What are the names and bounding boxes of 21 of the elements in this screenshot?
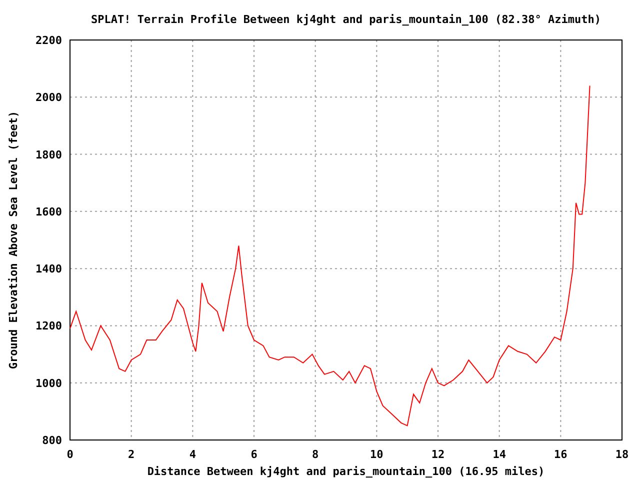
x-axis-title: Distance Between kj4ght and paris_mountain_100 (16.95 miles) bbox=[147, 465, 545, 478]
x-tick-label: 2 bbox=[128, 448, 135, 461]
x-tick-label: 14 bbox=[492, 448, 506, 461]
x-tick-label: 8 bbox=[312, 448, 319, 461]
y-tick-label: 1000 bbox=[36, 376, 62, 390]
y-tick-label: 800 bbox=[42, 434, 62, 447]
y-axis-title: Ground Elevation Above Sea Level (feet) bbox=[7, 110, 20, 370]
x-tick-label: 18 bbox=[615, 448, 629, 461]
x-tick-label: 6 bbox=[250, 448, 258, 461]
x-tick-label: 12 bbox=[431, 448, 445, 461]
y-tick-label: 1400 bbox=[36, 262, 62, 276]
y-tick-label: 2200 bbox=[36, 34, 62, 47]
x-tick-label: 0 bbox=[66, 448, 74, 461]
x-tick-label: 4 bbox=[189, 448, 196, 461]
y-tick-label: 1800 bbox=[36, 148, 62, 162]
x-tick-label: 10 bbox=[370, 448, 384, 461]
x-tick-label: 16 bbox=[554, 448, 568, 461]
y-tick-label: 1200 bbox=[36, 320, 62, 333]
y-tick-label: 2000 bbox=[36, 91, 62, 104]
y-tick-label: 1600 bbox=[36, 205, 62, 218]
chart-title: SPLAT! Terrain Profile Between kj4ght and paris_mountain_100 (82.38° Azimuth) bbox=[91, 13, 601, 26]
